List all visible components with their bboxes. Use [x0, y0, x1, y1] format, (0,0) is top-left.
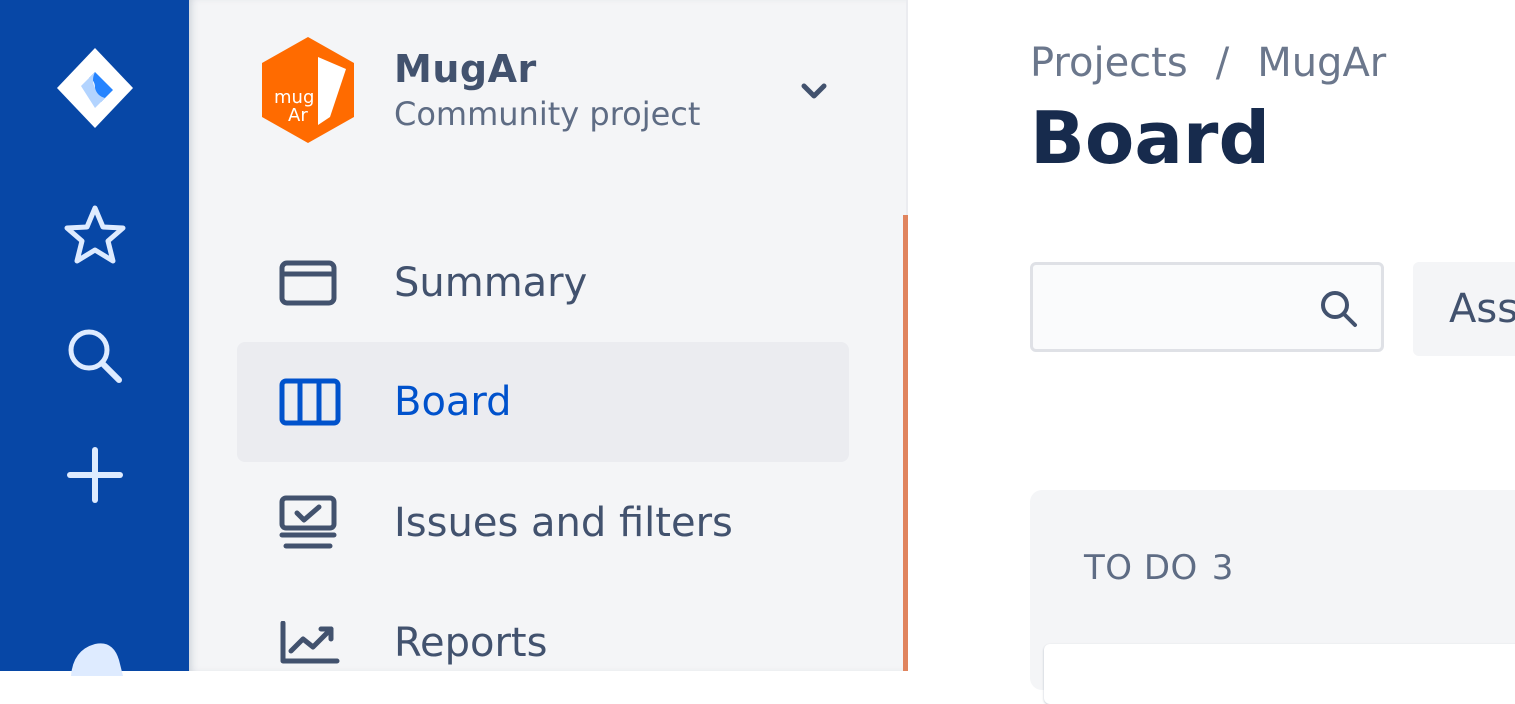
sidebar-resize-handle[interactable] — [903, 215, 908, 671]
notifications-icon[interactable] — [65, 636, 125, 676]
sidebar-item-label: Summary — [394, 260, 588, 306]
star-icon[interactable] — [63, 204, 127, 266]
project-name: MugAr — [394, 47, 537, 91]
page-title: Board — [1030, 96, 1270, 180]
breadcrumb: Projects / MugAr — [1030, 40, 1386, 86]
issue-card[interactable] — [1044, 644, 1515, 704]
board-column-todo: TO DO 3 — [1030, 490, 1515, 704]
issues-icon — [279, 495, 337, 549]
project-avatar: mug Ar — [262, 37, 354, 143]
breadcrumb-project-link[interactable]: MugAr — [1257, 40, 1386, 86]
column-title: TO DO — [1084, 548, 1198, 588]
sidebar-item-issues-and-filters[interactable]: Issues and filters — [237, 463, 849, 583]
search-input[interactable] — [1043, 275, 1317, 341]
global-nav — [0, 0, 189, 676]
search-icon — [1321, 291, 1357, 327]
sidebar-item-summary[interactable]: Summary — [237, 223, 849, 343]
plus-icon[interactable] — [66, 446, 124, 504]
project-switcher[interactable]: mug Ar MugAr Community project — [260, 35, 860, 145]
column-header: TO DO 3 — [1084, 548, 1234, 588]
search-icon[interactable] — [65, 326, 125, 386]
sidebar-item-label: Reports — [394, 620, 548, 666]
board-icon — [279, 378, 341, 426]
breadcrumb-projects-link[interactable]: Projects — [1030, 40, 1188, 86]
sidebar-item-label: Board — [394, 379, 512, 425]
sidebar-item-board[interactable]: Board — [237, 342, 849, 462]
board-search[interactable] — [1030, 262, 1384, 352]
sidebar-item-reports[interactable]: Reports — [237, 583, 849, 703]
sidebar-item-label: Issues and filters — [394, 500, 733, 546]
jira-logo-icon[interactable] — [55, 46, 135, 130]
assignee-filter-label: Ass — [1449, 286, 1515, 332]
breadcrumb-separator: / — [1215, 40, 1230, 86]
reports-icon — [280, 621, 340, 664]
chevron-down-icon[interactable] — [800, 81, 828, 101]
avatar-text-bottom: Ar — [288, 105, 308, 126]
project-type: Community project — [394, 95, 701, 133]
assignee-filter-button[interactable]: Ass — [1413, 262, 1515, 356]
summary-icon — [279, 260, 337, 306]
column-issue-count: 3 — [1211, 548, 1234, 588]
